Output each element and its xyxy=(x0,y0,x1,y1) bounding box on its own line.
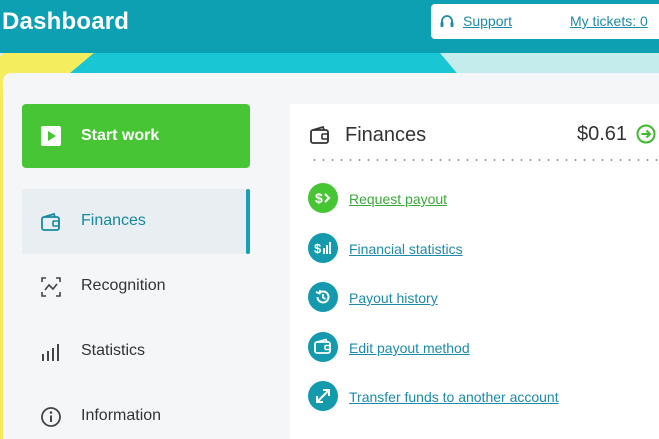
support-box: Support My tickets: 0 xyxy=(431,4,659,39)
start-work-button[interactable]: Start work xyxy=(22,104,250,168)
divider xyxy=(310,159,659,161)
my-tickets-link[interactable]: My tickets: 0 xyxy=(570,13,648,29)
transfer-funds-action[interactable]: Transfer funds to another account xyxy=(308,381,648,413)
payout-icon: $ xyxy=(308,183,338,213)
request-payout-action[interactable]: $ Request payout xyxy=(308,183,648,215)
edit-payout-method-action[interactable]: Edit payout method xyxy=(308,332,648,364)
finances-card: Finances $0.61 $ Request payout $ Financ… xyxy=(290,104,659,439)
svg-text:$: $ xyxy=(314,241,322,256)
sidebar-item-label: Information xyxy=(81,407,162,424)
sidebar-item-information[interactable]: Information xyxy=(22,384,250,439)
sidebar-item-label: Recognition xyxy=(81,277,166,294)
payout-history-action[interactable]: Payout history xyxy=(308,282,648,314)
sidebar-item-label: Statistics xyxy=(81,342,146,359)
wallet-icon xyxy=(308,332,338,362)
sidebar-item-statistics[interactable]: Statistics xyxy=(22,319,250,384)
financial-stats-icon: $ xyxy=(308,233,338,263)
sidebar-item-finances[interactable]: Finances xyxy=(22,189,250,254)
sidebar-item-recognition[interactable]: Recognition xyxy=(22,254,250,319)
history-icon xyxy=(308,282,338,312)
financial-statistics-action[interactable]: $ Financial statistics xyxy=(308,233,648,265)
arrow-right-circle-icon[interactable] xyxy=(636,124,656,144)
balance-amount: $0.61 xyxy=(577,123,628,145)
svg-text:$: $ xyxy=(315,190,323,206)
financial-statistics-link[interactable]: Financial statistics xyxy=(349,241,463,257)
start-work-label: Start work xyxy=(81,127,160,144)
top-header: Dashboard Support My tickets: 0 xyxy=(0,0,659,53)
headset-icon xyxy=(440,15,454,27)
transfer-funds-link[interactable]: Transfer funds to another account xyxy=(349,389,559,405)
play-icon xyxy=(41,126,61,146)
bar-chart-icon xyxy=(42,344,59,361)
wallet-icon xyxy=(310,126,329,144)
finances-title: Finances xyxy=(345,124,427,146)
request-payout-link[interactable]: Request payout xyxy=(349,191,447,207)
support-link[interactable]: Support xyxy=(463,13,512,29)
sidebar-item-label: Finances xyxy=(81,212,146,229)
edit-payout-method-link[interactable]: Edit payout method xyxy=(349,340,470,356)
wallet-icon xyxy=(41,212,60,231)
transfer-icon xyxy=(308,381,338,411)
payout-history-link[interactable]: Payout history xyxy=(349,290,438,306)
info-icon xyxy=(41,407,61,427)
recognition-icon xyxy=(41,277,61,297)
page-title: Dashboard xyxy=(2,8,130,35)
